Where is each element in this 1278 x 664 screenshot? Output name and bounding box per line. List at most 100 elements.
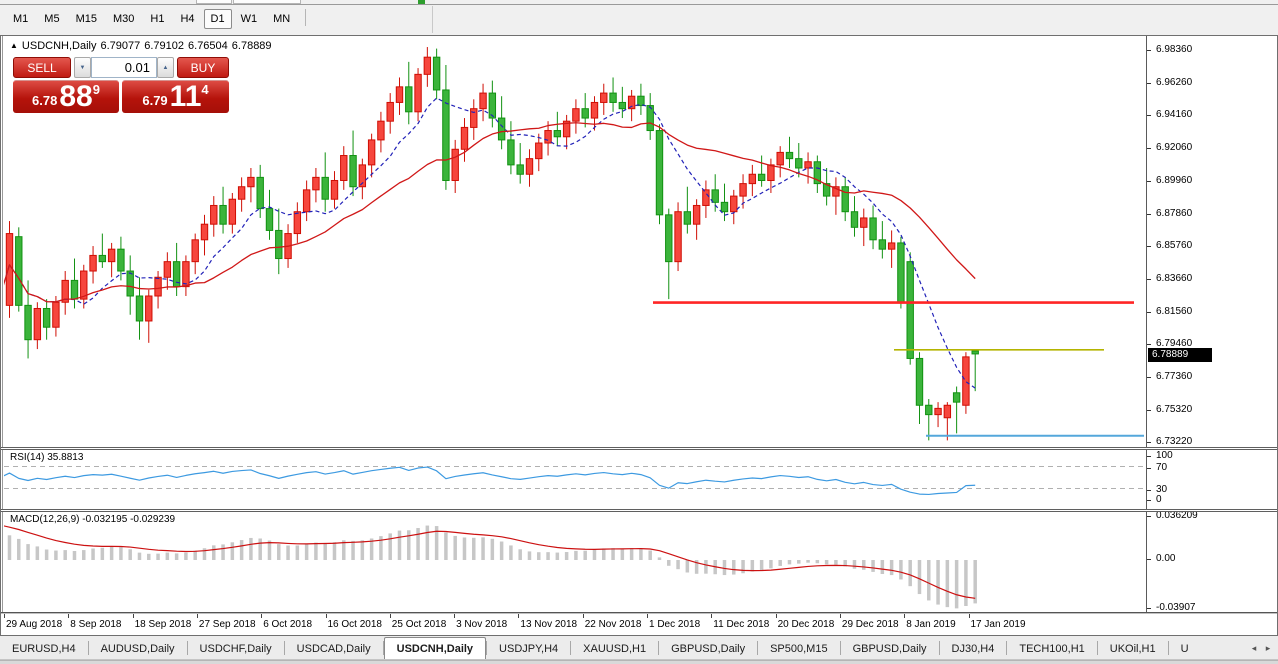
macd-axis-tick xyxy=(1147,516,1151,517)
date-axis-tick xyxy=(68,614,69,618)
tab-usdchf-daily[interactable]: USDCHF,Daily xyxy=(188,638,284,660)
timeframe-button-m30[interactable]: M30 xyxy=(106,9,141,29)
ohlc-low: 6.76504 xyxy=(188,40,228,52)
tab-usdcnh-daily[interactable]: USDCNH,Daily xyxy=(384,637,486,660)
volume-decrease-button[interactable]: ▼ xyxy=(74,57,91,78)
sell-price-pips: 88 xyxy=(59,83,92,111)
timeframe-button-m5[interactable]: M5 xyxy=(37,9,66,29)
date-axis-label: 6 Oct 2018 xyxy=(263,619,312,630)
tab-scroll-left-button[interactable]: ◂ xyxy=(1248,642,1260,654)
price-axis-tick xyxy=(1147,410,1151,411)
buy-price-panel[interactable]: 6.79114 xyxy=(122,80,229,113)
clipped-toolbar-strip xyxy=(0,0,1278,5)
date-axis-tick xyxy=(583,614,584,618)
rsi-axis-tick xyxy=(1147,456,1151,457)
date-axis-label: 27 Sep 2018 xyxy=(199,619,256,630)
price-axis: 6.78889 6.983606.962606.941606.920606.89… xyxy=(1146,36,1277,613)
macd-indicator-canvas xyxy=(4,512,1146,612)
date-axis-label: 18 Sep 2018 xyxy=(135,619,192,630)
date-axis-label: 16 Oct 2018 xyxy=(328,619,382,630)
tab-gbpusd-daily[interactable]: GBPUSD,Daily xyxy=(659,638,757,660)
date-axis-tick xyxy=(647,614,648,618)
tab-sp500-m15[interactable]: SP500,M15 xyxy=(758,638,839,660)
price-axis-label: 6.98360 xyxy=(1156,44,1192,55)
sell-button[interactable]: SELL xyxy=(13,57,71,78)
tab-ukoil-h1[interactable]: UKOil,H1 xyxy=(1098,638,1168,660)
toolbar-fragment xyxy=(233,0,301,4)
pane-splitter[interactable] xyxy=(1,509,1277,512)
buy-price-point: 4 xyxy=(201,82,208,97)
rsi-axis-tick xyxy=(1147,490,1151,491)
price-axis-tick xyxy=(1147,377,1151,378)
pane-splitter[interactable] xyxy=(1,447,1277,450)
date-axis-label: 8 Jan 2019 xyxy=(906,619,956,630)
tab-dj30-h4[interactable]: DJ30,H4 xyxy=(940,638,1007,660)
tab-usdcad-daily[interactable]: USDCAD,Daily xyxy=(285,638,383,660)
date-axis-label: 13 Nov 2018 xyxy=(520,619,577,630)
tab-eurusd-h4[interactable]: EURUSD,H4 xyxy=(0,638,88,660)
timeframe-button-d1[interactable]: D1 xyxy=(204,9,232,29)
macd-axis-label: 0.00 xyxy=(1156,553,1175,564)
date-axis-tick xyxy=(197,614,198,618)
rsi-axis-label: 100 xyxy=(1156,450,1173,461)
tab-audusd-daily[interactable]: AUDUSD,Daily xyxy=(89,638,187,660)
price-axis-label: 6.85760 xyxy=(1156,240,1192,251)
date-axis-tick xyxy=(518,614,519,618)
price-axis-label: 6.92060 xyxy=(1156,142,1192,153)
rsi-axis-label: 70 xyxy=(1156,462,1167,473)
price-axis-tick xyxy=(1147,246,1151,247)
chart-symbol: USDCNH,Daily xyxy=(22,40,97,52)
price-axis-tick xyxy=(1147,279,1151,280)
window-bottom-strip xyxy=(0,660,1278,664)
date-axis-label: 29 Aug 2018 xyxy=(6,619,62,630)
date-axis-tick xyxy=(776,614,777,618)
timeframe-button-m15[interactable]: M15 xyxy=(69,9,104,29)
rsi-axis-label: 30 xyxy=(1156,484,1167,495)
rsi-indicator-canvas xyxy=(4,450,1146,509)
date-axis-tick xyxy=(326,614,327,618)
chart-title: ▲USDCNH,Daily6.790776.791026.765046.7888… xyxy=(10,40,276,52)
price-axis-tick xyxy=(1147,148,1151,149)
timeframe-toolbar: M1M5M15M30H1H4D1W1MN xyxy=(0,6,433,33)
tab-xauusd-h1[interactable]: XAUUSD,H1 xyxy=(571,638,658,660)
date-axis-label: 17 Jan 2019 xyxy=(971,619,1026,630)
tab-usdjpy-h4[interactable]: USDJPY,H4 xyxy=(487,638,570,660)
tab-u[interactable]: U xyxy=(1169,638,1201,660)
date-axis: 29 Aug 20188 Sep 201818 Sep 201827 Sep 2… xyxy=(1,614,1277,635)
buy-button[interactable]: BUY xyxy=(177,57,229,78)
date-axis-tick xyxy=(904,614,905,618)
timeframe-button-mn[interactable]: MN xyxy=(266,9,297,29)
toolbar-fragment-green xyxy=(418,0,425,4)
timeframe-button-h4[interactable]: H4 xyxy=(173,9,201,29)
timeframe-button-m1[interactable]: M1 xyxy=(6,9,35,29)
date-axis-label: 3 Nov 2018 xyxy=(456,619,507,630)
price-axis-tick xyxy=(1147,312,1151,313)
ohlc-close: 6.78889 xyxy=(232,40,272,52)
macd-axis-tick xyxy=(1147,559,1151,560)
price-axis-tick xyxy=(1147,115,1151,116)
tab-gbpusd-daily[interactable]: GBPUSD,Daily xyxy=(841,638,939,660)
price-axis-tick xyxy=(1147,50,1151,51)
timeframe-button-w1[interactable]: W1 xyxy=(234,9,265,29)
macd-label: MACD(12,26,9) -0.032195 -0.029239 xyxy=(10,514,175,525)
tab-tech100-h1[interactable]: TECH100,H1 xyxy=(1007,638,1096,660)
volume-increase-button[interactable]: ▲ xyxy=(157,57,174,78)
rsi-axis-tick xyxy=(1147,468,1151,469)
date-axis-tick xyxy=(261,614,262,618)
one-click-trading-widget: SELL ▼ ▲ BUY 6.78889 6.79114 xyxy=(11,55,230,113)
volume-input[interactable] xyxy=(91,57,157,78)
price-axis-label: 6.94160 xyxy=(1156,109,1192,120)
timeframe-button-h1[interactable]: H1 xyxy=(143,9,171,29)
price-axis-label: 6.73220 xyxy=(1156,436,1192,447)
date-axis-label: 29 Dec 2018 xyxy=(842,619,899,630)
price-axis-tick xyxy=(1147,214,1151,215)
sell-price-panel[interactable]: 6.78889 xyxy=(13,80,119,113)
tab-scroll-right-button[interactable]: ▸ xyxy=(1262,642,1274,654)
buy-price-pips: 11 xyxy=(170,83,202,111)
rsi-axis-label: 0 xyxy=(1156,494,1162,505)
price-axis-label: 6.87860 xyxy=(1156,208,1192,219)
sell-price-point: 9 xyxy=(93,82,100,97)
date-axis-tick xyxy=(133,614,134,618)
chevron-down-icon: ▼ xyxy=(80,65,86,71)
ohlc-open: 6.79077 xyxy=(100,40,140,52)
